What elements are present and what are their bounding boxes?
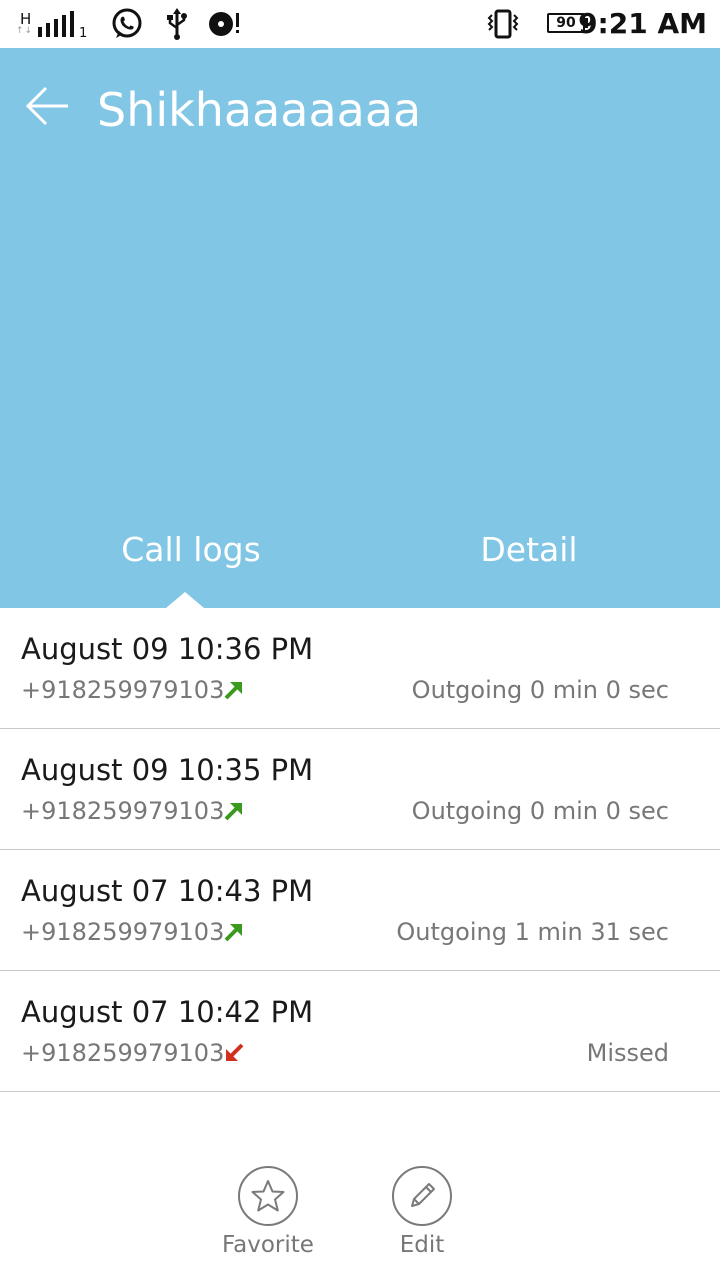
call-status: Outgoing 0 min 0 sec (411, 676, 669, 704)
vibrate-icon (487, 9, 519, 39)
call-datetime: August 07 10:42 PM (21, 995, 314, 1029)
call-number: +918259979103 (21, 676, 225, 704)
tab-call-logs[interactable]: Call logs (40, 520, 342, 580)
call-datetime: August 09 10:36 PM (21, 632, 314, 666)
status-clock: 9:21 AM (578, 7, 707, 40)
contact-name: Shikhaaaaaaa (97, 83, 422, 137)
call-status: Outgoing 1 min 31 sec (396, 918, 669, 946)
call-number: +918259979103 (21, 1039, 225, 1067)
whatsapp-icon (112, 8, 142, 38)
outgoing-call-icon (224, 682, 242, 700)
call-number: +918259979103 (21, 918, 225, 946)
signal-icon (38, 11, 74, 37)
usb-icon (167, 8, 187, 40)
favorite-label: Favorite (222, 1232, 314, 1258)
call-number: +918259979103 (21, 797, 225, 825)
call-log-list: August 09 10:36 PM +918259979103 Outgoin… (0, 608, 720, 1092)
music-alert-icon (209, 12, 239, 36)
call-log-row[interactable]: August 09 10:35 PM +918259979103 Outgoin… (0, 729, 720, 850)
call-datetime: August 07 10:43 PM (21, 874, 314, 908)
contact-header: Shikhaaaaaaa Call logs Detail (0, 48, 720, 608)
edit-button[interactable]: Edit (362, 1166, 482, 1266)
outgoing-call-icon (224, 924, 242, 942)
outgoing-call-icon (224, 803, 242, 821)
network-activity-arrows: ↑↓ (16, 26, 34, 36)
missed-call-icon (226, 1043, 244, 1061)
call-log-row[interactable]: August 07 10:42 PM +918259979103 Missed (0, 971, 720, 1092)
favorite-button[interactable]: Favorite (208, 1166, 328, 1266)
back-arrow-icon (25, 86, 68, 126)
sim-index: 1 (79, 26, 88, 41)
favorite-icon-circle (238, 1166, 298, 1226)
edit-icon-circle (392, 1166, 452, 1226)
call-log-row[interactable]: August 07 10:43 PM +918259979103 Outgoin… (0, 850, 720, 971)
tab-detail[interactable]: Detail (378, 520, 680, 580)
pencil-icon (411, 1183, 435, 1207)
call-datetime: August 09 10:35 PM (21, 753, 314, 787)
star-icon (251, 1180, 285, 1212)
battery-level: 90 (556, 15, 576, 31)
call-log-row[interactable]: August 09 10:36 PM +918259979103 Outgoin… (0, 608, 720, 729)
call-status: Outgoing 0 min 0 sec (411, 797, 669, 825)
call-status: Missed (586, 1039, 669, 1067)
status-bar: H ↑↓ 1 90 9:21 AM (0, 0, 720, 48)
selected-tab-indicator (166, 592, 204, 608)
edit-label: Edit (399, 1232, 445, 1258)
back-button[interactable] (22, 78, 76, 134)
